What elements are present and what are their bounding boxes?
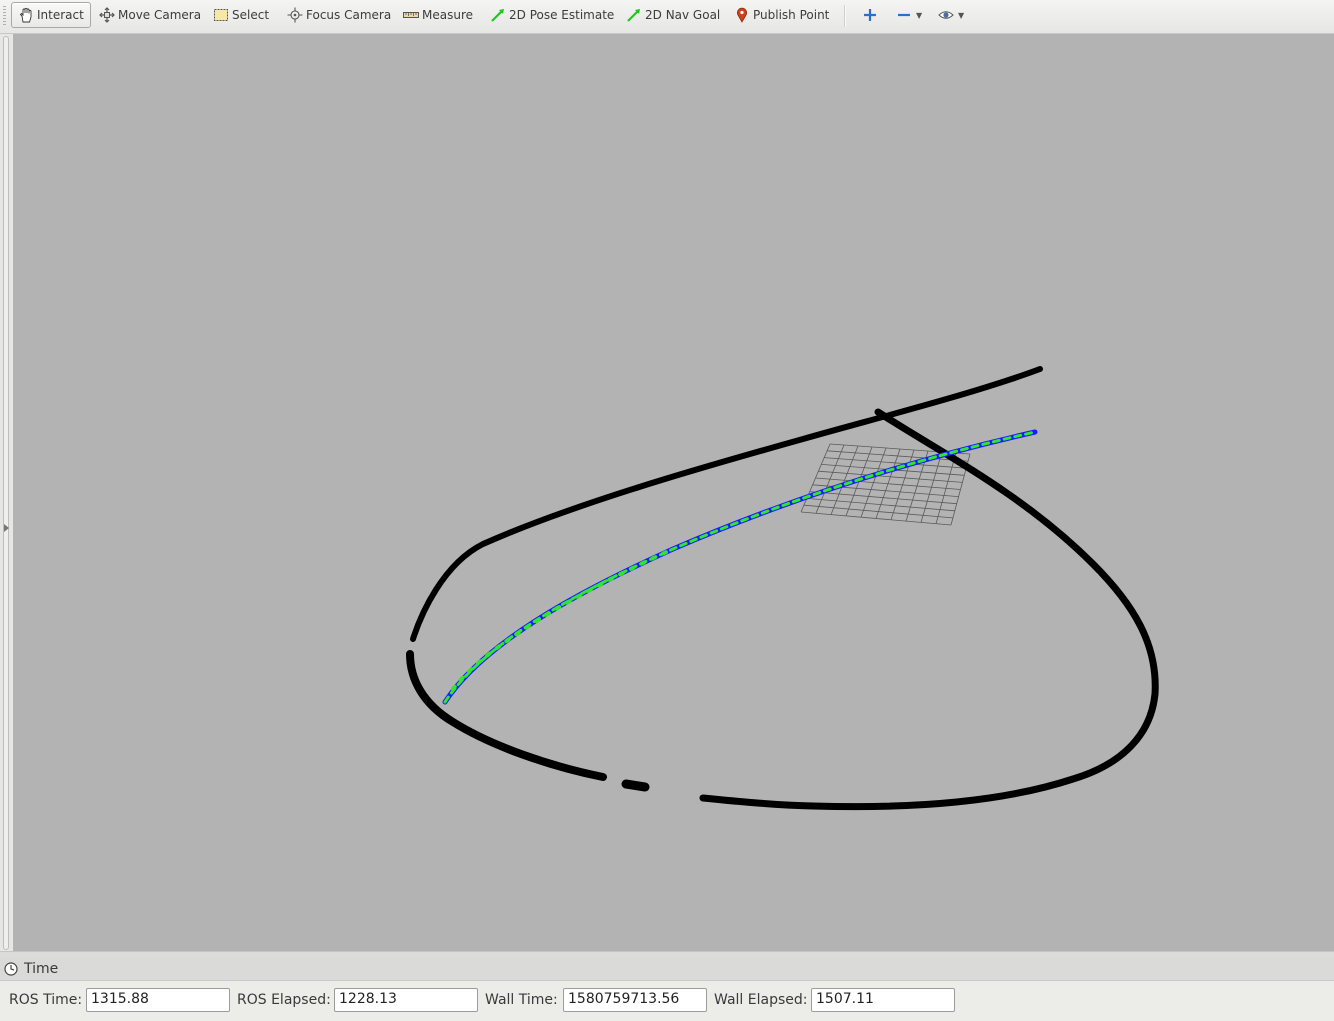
wall-elapsed-field[interactable]: 1507.11 [811,988,955,1012]
time-panel-title: Time [24,961,59,977]
hand-icon [17,7,34,24]
focus-camera-label: Focus Camera [306,8,392,22]
expand-arrow-icon[interactable] [4,524,9,532]
measure-button[interactable]: Measure [397,2,478,28]
focus-camera-button[interactable]: Focus Camera [281,2,396,28]
wall-elapsed-label: Wall Elapsed: [714,992,808,1008]
2d-pose-estimate-button[interactable]: 2D Pose Estimate [484,2,619,28]
interact-button[interactable]: Interact [11,2,91,28]
trajectory-path [442,429,1038,705]
track-outline [406,366,1159,811]
grid-line [803,504,953,519]
clock-icon [4,962,18,976]
nav-arrow-icon [625,7,642,24]
time-panel: ROS Time: 1315.88 ROS Elapsed: 1228.13 W… [0,981,1334,1021]
dock-splitter-handle[interactable] [3,36,9,950]
ruler-icon [402,7,419,24]
move-camera-icon [98,7,115,24]
move-camera-label: Move Camera [118,8,202,22]
render-viewport[interactable] [13,34,1334,951]
view-button[interactable]: ▼ [932,2,969,28]
ros-elapsed-field[interactable]: 1228.13 [334,988,478,1012]
ros-time-field[interactable]: 1315.88 [86,988,230,1012]
2d-nav-goal-button[interactable]: 2D Nav Goal [620,2,725,28]
move-camera-button[interactable]: Move Camera [93,2,206,28]
time-panel-header: Time [0,958,1334,981]
ros-time-label: ROS Time: [9,992,83,1008]
toolbar-grip[interactable] [3,6,6,26]
remove-tool-button[interactable]: ▼ [890,2,927,28]
grid-line [935,452,957,524]
grid-line [809,491,957,505]
select-icon [212,7,229,24]
select-label: Select [232,8,270,22]
panel-divider[interactable] [0,951,1334,958]
interact-label: Interact [37,8,84,22]
toolbar-separator [844,5,846,27]
left-dock-strip [0,34,12,952]
chevron-down-icon: ▼ [958,10,965,20]
ros-elapsed-label: ROS Elapsed: [237,992,331,1008]
wall-time-label: Wall Time: [485,992,558,1008]
map-pin-icon [733,7,750,24]
focus-camera-icon [286,7,303,24]
measure-label: Measure [422,8,473,22]
view-eye-icon [937,7,954,24]
publish-point-label: Publish Point [753,8,830,22]
wall-time-field[interactable]: 1580759713.56 [563,988,707,1012]
pose-arrow-icon [489,7,506,24]
scene-canvas [406,366,1159,811]
remove-tool-icon [895,7,912,24]
select-button[interactable]: Select [207,2,274,28]
grid-line [806,498,955,512]
publish-point-button[interactable]: Publish Point [728,2,834,28]
grid-line [800,511,952,526]
2d-nav-goal-label: 2D Nav Goal [645,8,721,22]
add-tool-button[interactable] [856,2,886,28]
toolbar: Interact Move Camera Select Focus Camera… [0,0,1334,34]
2d-pose-estimate-label: 2D Pose Estimate [509,8,615,22]
grid-line [890,449,915,520]
chevron-down-icon: ▼ [916,10,923,20]
add-tool-icon [861,7,878,24]
